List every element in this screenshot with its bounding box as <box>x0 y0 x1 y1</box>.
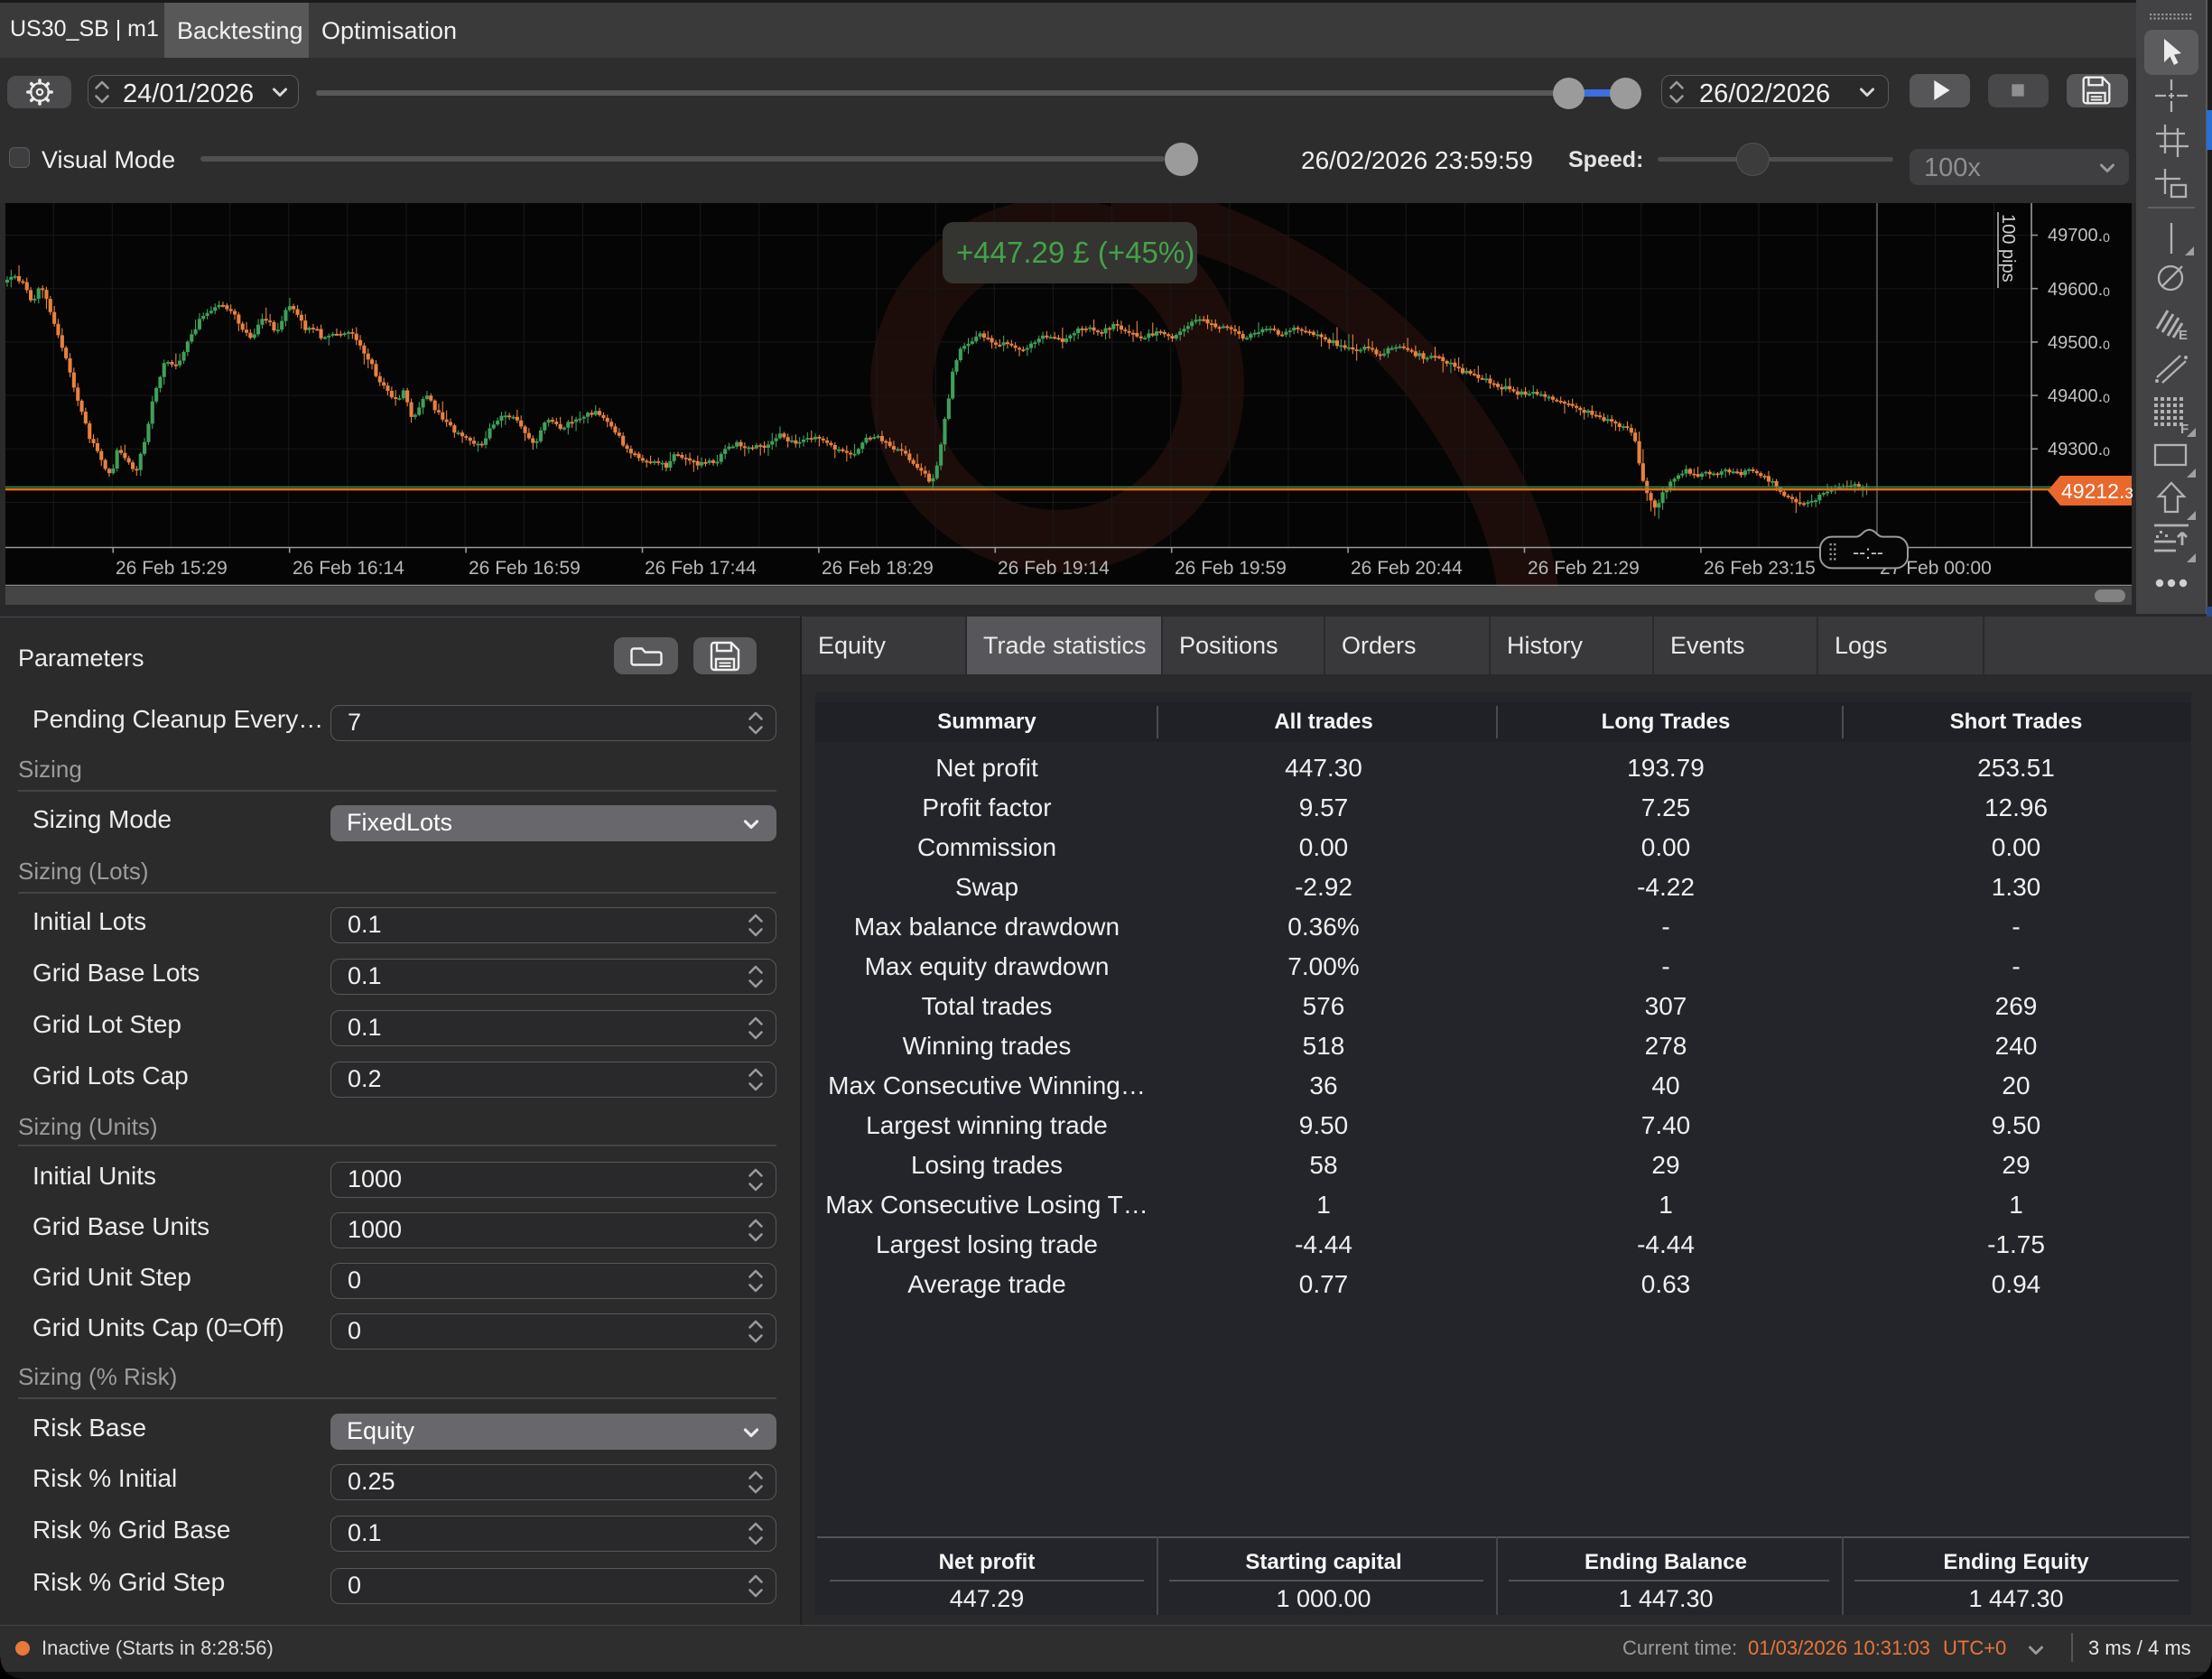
svg-text:49300.0: 49300.0 <box>2048 440 2110 459</box>
svg-text:26 Feb 17:44: 26 Feb 17:44 <box>645 558 757 579</box>
svg-text:26 Feb 18:29: 26 Feb 18:29 <box>822 558 934 579</box>
svg-text:49600.0: 49600.0 <box>2048 280 2110 300</box>
svg-text:26 Feb 15:29: 26 Feb 15:29 <box>116 558 228 579</box>
svg-text:E: E <box>2179 328 2188 341</box>
svg-text:26 Feb 20:44: 26 Feb 20:44 <box>1351 558 1463 579</box>
svg-text:100 pips: 100 pips <box>1998 214 2018 283</box>
svg-text:26 Feb 16:14: 26 Feb 16:14 <box>293 558 404 579</box>
svg-text:--:--: --:-- <box>1853 543 1883 563</box>
svg-text:26 Feb 16:59: 26 Feb 16:59 <box>469 558 581 579</box>
svg-text:49500.0: 49500.0 <box>2048 333 2110 353</box>
svg-text:26 Feb 21:29: 26 Feb 21:29 <box>1528 558 1640 579</box>
svg-text:26 Feb 23:15: 26 Feb 23:15 <box>1704 558 1816 579</box>
svg-text:49400.0: 49400.0 <box>2048 386 2110 406</box>
svg-text:26 Feb 19:59: 26 Feb 19:59 <box>1175 558 1287 579</box>
svg-text:26 Feb 19:14: 26 Feb 19:14 <box>998 558 1110 579</box>
svg-text:49700.0: 49700.0 <box>2048 226 2110 246</box>
